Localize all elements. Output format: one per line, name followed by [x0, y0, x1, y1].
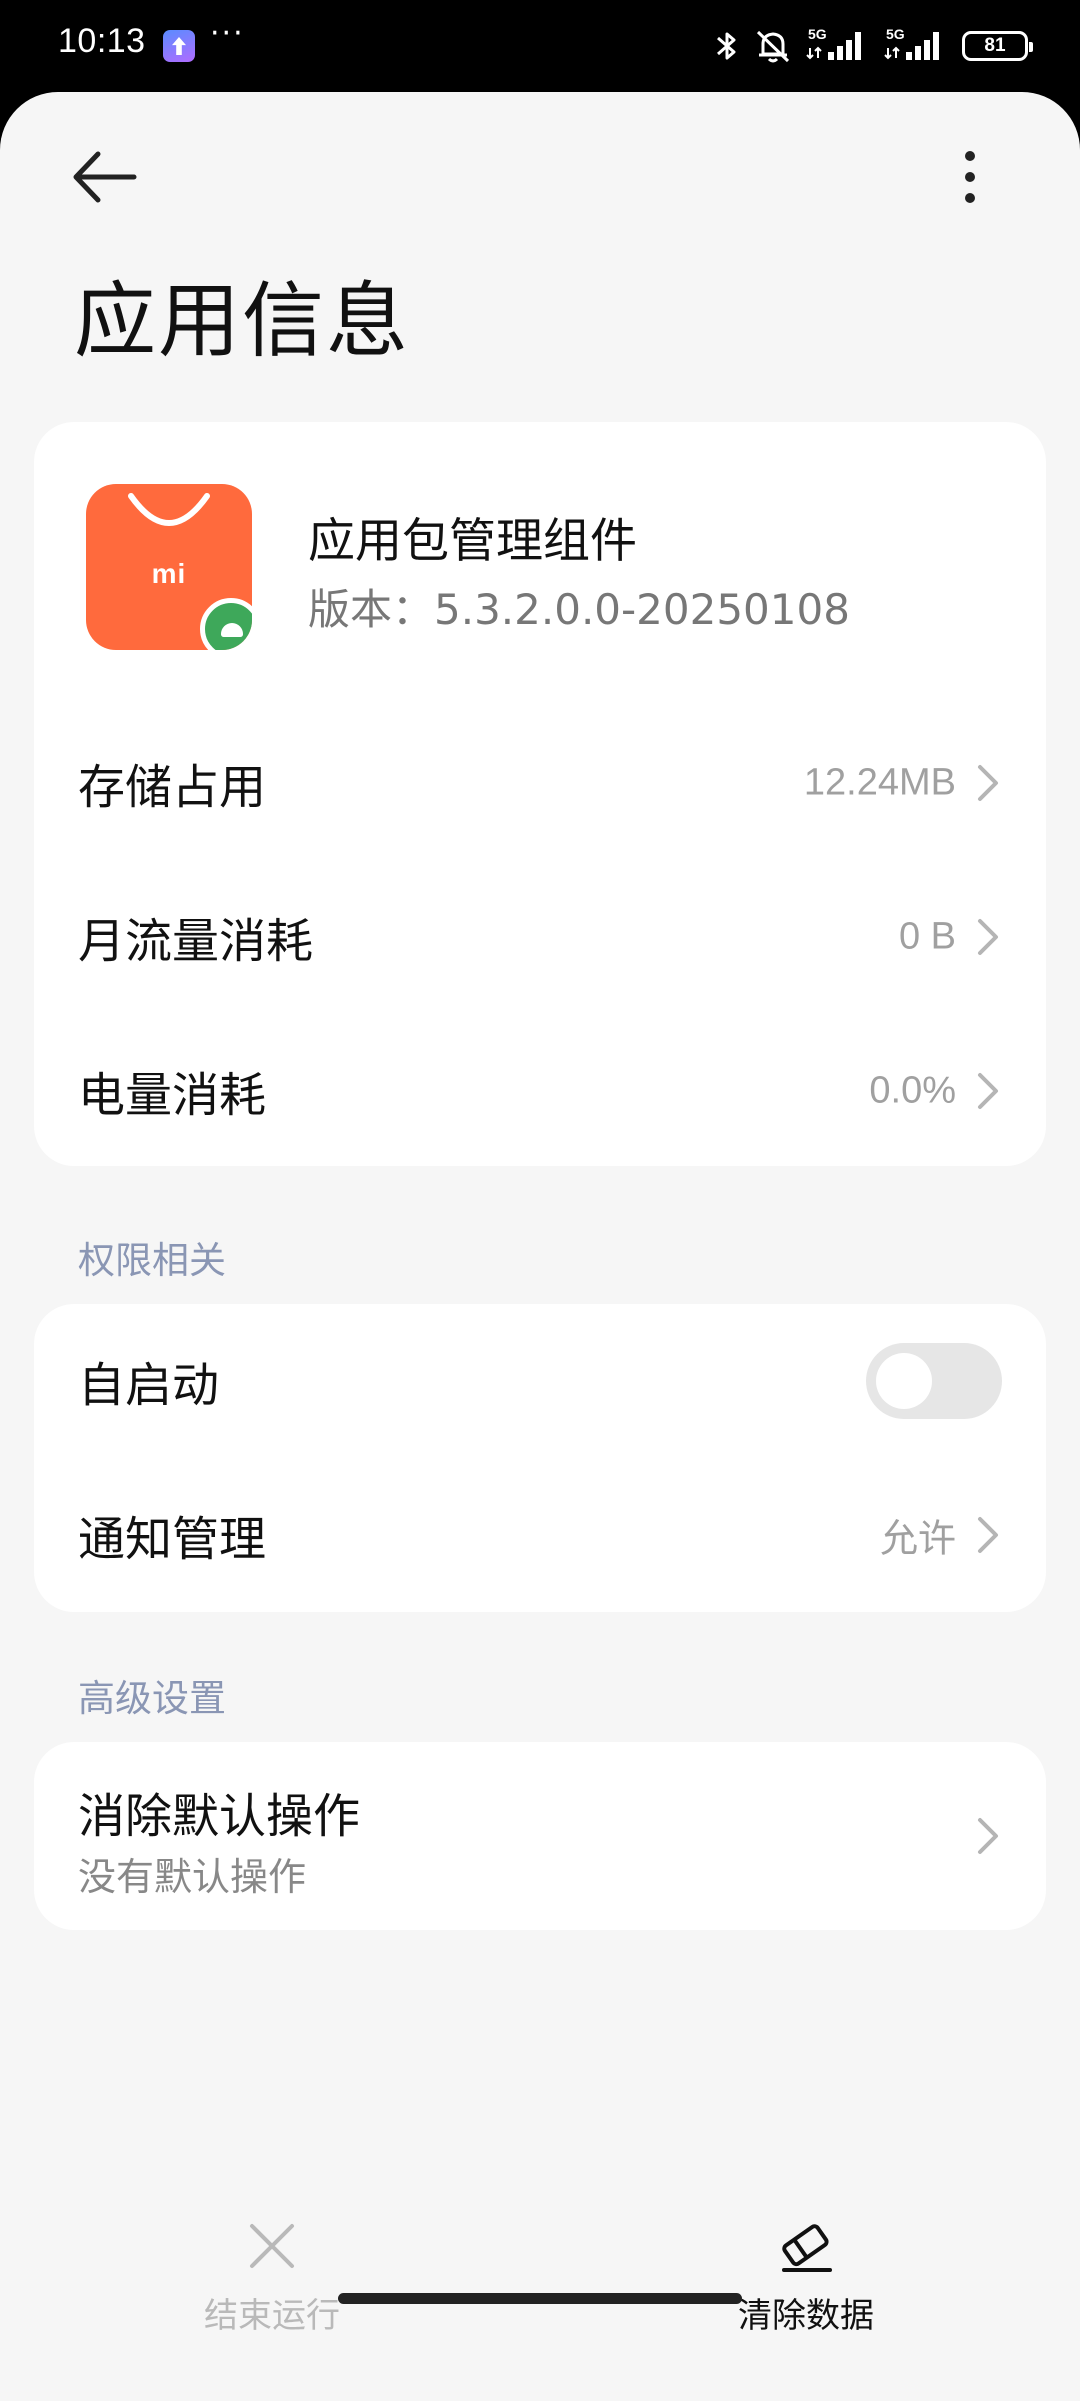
network-type-1: 5G	[808, 26, 827, 42]
battery-usage-label: 电量消耗	[78, 1068, 266, 1124]
permissions-section-header: 权限相关	[78, 1239, 226, 1282]
signal-5g-1-icon: 5G	[806, 26, 861, 60]
home-indicator[interactable]	[338, 2293, 742, 2304]
status-time: 10:13	[58, 22, 146, 60]
clear-defaults-label: 消除默认操作	[78, 1789, 360, 1845]
android-badge-icon	[200, 598, 252, 650]
battery-usage-value: 0.0%	[869, 1069, 956, 1112]
battery-level: 81	[984, 35, 1006, 56]
autostart-label: 自启动	[78, 1358, 219, 1414]
storage-usage-row[interactable]: 存储占用 12.24MB	[34, 706, 1046, 860]
storage-usage-label: 存储占用	[78, 760, 266, 816]
clear-defaults-sublabel: 没有默认操作	[78, 1855, 307, 1899]
app-name: 应用包管理组件	[308, 514, 637, 569]
shopping-bag-handle-icon	[128, 493, 210, 526]
clear-defaults-row[interactable]: 消除默认操作 没有默认操作	[34, 1742, 1046, 1930]
chevron-right-icon	[978, 1517, 998, 1553]
back-arrow-icon[interactable]	[70, 142, 140, 212]
advanced-card: 消除默认操作 没有默认操作	[34, 1742, 1046, 1930]
network-type-2: 5G	[886, 26, 905, 42]
chevron-right-icon	[978, 919, 998, 955]
status-icons: 5G 5G 81	[714, 26, 1033, 66]
data-usage-label: 月流量消耗	[78, 914, 313, 970]
app-version: 版本：5.3.2.0.0-20250108	[308, 585, 850, 634]
app-info-page: 应用信息 mi 应用包管理组件 版本：5.3.2.0.0-20250108 存储…	[0, 92, 1080, 2401]
status-bar: 10:13 ··· 5G 5G 81	[0, 0, 1080, 92]
permissions-card: 自启动 通知管理 允许	[34, 1304, 1046, 1612]
close-icon	[250, 2224, 294, 2268]
data-usage-row[interactable]: 月流量消耗 0 B	[34, 860, 1046, 1014]
autostart-row[interactable]: 自启动	[34, 1304, 1046, 1458]
advanced-section-header: 高级设置	[78, 1677, 226, 1720]
storage-usage-value: 12.24MB	[803, 761, 956, 804]
mute-icon	[756, 30, 790, 63]
chevron-right-icon	[978, 765, 998, 801]
notification-value: 允许	[879, 1516, 956, 1561]
clear-data-button[interactable]: 清除数据	[676, 2216, 936, 2336]
upload-notification-icon	[163, 30, 195, 62]
battery-icon: 81	[962, 31, 1033, 61]
force-stop-button[interactable]: 结束运行	[142, 2216, 402, 2336]
eraser-icon	[782, 2224, 832, 2272]
page-title: 应用信息	[74, 274, 411, 369]
signal-5g-2-icon: 5G	[884, 26, 939, 60]
app-summary-card: mi 应用包管理组件 版本：5.3.2.0.0-20250108 存储占用 12…	[34, 422, 1046, 1166]
app-icon-logo-text: mi	[151, 558, 187, 589]
more-vertical-icon[interactable]	[940, 142, 1000, 212]
notification-row[interactable]: 通知管理 允许	[34, 1458, 1046, 1612]
data-usage-value: 0 B	[898, 915, 956, 958]
bluetooth-icon	[717, 32, 736, 60]
battery-usage-row[interactable]: 电量消耗 0.0%	[34, 1014, 1046, 1168]
autostart-toggle[interactable]	[866, 1343, 1002, 1419]
notification-label: 通知管理	[78, 1512, 266, 1568]
more-notifications-indicator: ···	[210, 16, 245, 51]
chevron-right-icon	[978, 1073, 998, 1109]
chevron-right-icon	[978, 1818, 998, 1854]
app-icon: mi	[86, 484, 252, 650]
